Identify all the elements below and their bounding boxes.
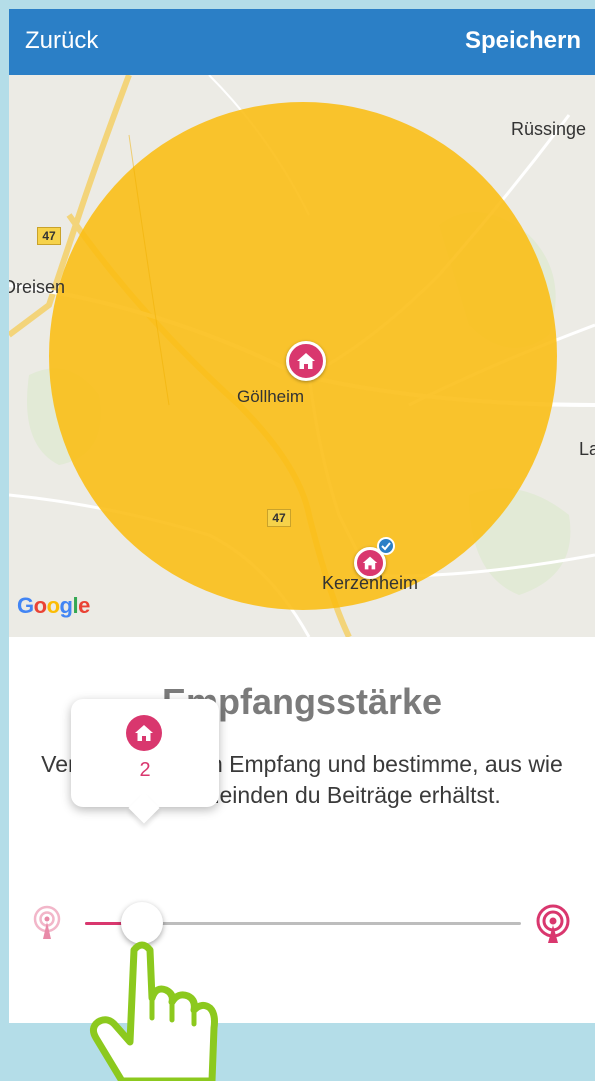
- signal-strong-icon[interactable]: [533, 904, 573, 944]
- location-pin-goellheim[interactable]: [286, 341, 326, 381]
- map-view[interactable]: Rüssinge Dreisen Göllheim Kerzenheim La …: [9, 75, 595, 637]
- map-label-goellheim: Göllheim: [237, 387, 305, 406]
- house-icon: [126, 715, 162, 751]
- map-label-dreisen: Dreisen: [9, 277, 66, 297]
- verified-check-icon: [377, 537, 395, 555]
- road-number-badge: 47: [267, 509, 291, 527]
- back-button[interactable]: Zurück: [25, 27, 98, 55]
- signal-weak-icon[interactable]: [31, 905, 63, 941]
- app-screen: Zurück Speichern Rüssinge Dreisen Göllhe…: [9, 9, 595, 1023]
- pointing-hand-icon: [89, 941, 218, 1081]
- save-button[interactable]: Speichern: [465, 27, 581, 55]
- google-logo: Google: [17, 593, 90, 618]
- road-number-badge: 47: [37, 227, 61, 245]
- slider-value-tooltip: 2: [71, 699, 219, 807]
- map-label-partial: La: [579, 439, 595, 459]
- tooltip-value: 2: [139, 759, 151, 781]
- navigation-bar: Zurück Speichern: [9, 9, 595, 75]
- house-icon: [297, 353, 315, 369]
- map-label-ruessingen: Rüssinge: [511, 119, 587, 139]
- house-icon: [362, 556, 378, 570]
